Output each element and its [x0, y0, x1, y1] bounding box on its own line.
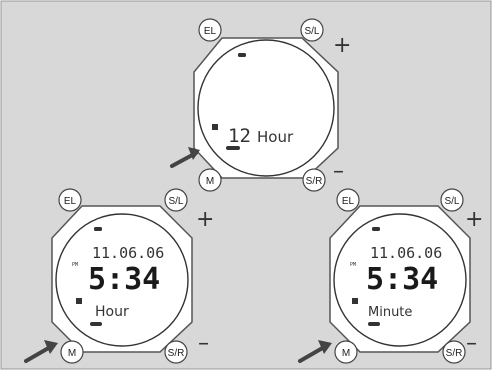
button-sl[interactable]: S/L: [164, 188, 188, 212]
minus-sign: –: [198, 331, 209, 356]
button-sr[interactable]: S/R: [442, 340, 466, 364]
button-sl[interactable]: S/L: [300, 18, 324, 42]
button-sr-label: S/R: [306, 176, 323, 187]
lcd-indicator-bottom: [368, 322, 380, 326]
button-sl[interactable]: S/L: [440, 188, 464, 212]
display-mode: Minute: [368, 305, 412, 320]
button-sr[interactable]: S/R: [302, 168, 326, 192]
watch-setting-diagram: EL S/L M S/R + – 12 Hour EL S/L M S/R + …: [0, 0, 492, 370]
button-m-label: M: [206, 176, 214, 187]
plus-sign: +: [196, 207, 214, 232]
button-sl-label: S/L: [168, 196, 183, 207]
display-time: 5:34: [366, 262, 438, 297]
watch-face: [197, 39, 335, 177]
minus-sign: –: [466, 331, 477, 356]
button-m[interactable]: M: [198, 168, 222, 192]
button-sr-label: S/R: [168, 348, 185, 359]
display-mode: Hour: [95, 304, 129, 320]
minus-sign: –: [333, 159, 344, 184]
lcd-indicator-left: [352, 298, 358, 304]
lcd-indicator-left: [76, 298, 82, 304]
diagram-stage: EL S/L M S/R + – 12 Hour EL S/L M S/R + …: [0, 0, 492, 370]
display-ampm: PM: [72, 262, 78, 268]
button-el[interactable]: EL: [58, 188, 82, 212]
button-sr[interactable]: S/R: [164, 340, 188, 364]
button-el-label: EL: [204, 26, 217, 37]
button-m[interactable]: M: [60, 340, 84, 364]
lcd-indicator-left: [212, 124, 218, 130]
display-number: 12: [228, 125, 251, 147]
button-m[interactable]: M: [334, 340, 358, 364]
button-m-label: M: [68, 348, 76, 359]
display-date: 11.06.06: [370, 244, 442, 262]
button-el-label: EL: [64, 196, 77, 207]
button-sl-label: S/L: [304, 26, 319, 37]
lcd-indicator-top: [372, 227, 380, 231]
button-sr-label: S/R: [446, 348, 463, 359]
display-date: 11.06.06: [92, 244, 164, 262]
plus-sign: +: [333, 33, 351, 58]
display-time: 5:34: [88, 262, 160, 297]
button-el[interactable]: EL: [336, 188, 360, 212]
button-m-label: M: [342, 348, 350, 359]
display-mode: Hour: [257, 128, 294, 146]
button-sl-label: S/L: [444, 196, 459, 207]
display-ampm: PM: [350, 262, 356, 268]
button-el[interactable]: EL: [198, 18, 222, 42]
lcd-indicator-bottom: [90, 322, 102, 326]
button-el-label: EL: [342, 196, 355, 207]
lcd-indicator-top: [238, 53, 246, 57]
plus-sign: +: [465, 207, 483, 232]
lcd-indicator-top: [94, 227, 102, 231]
